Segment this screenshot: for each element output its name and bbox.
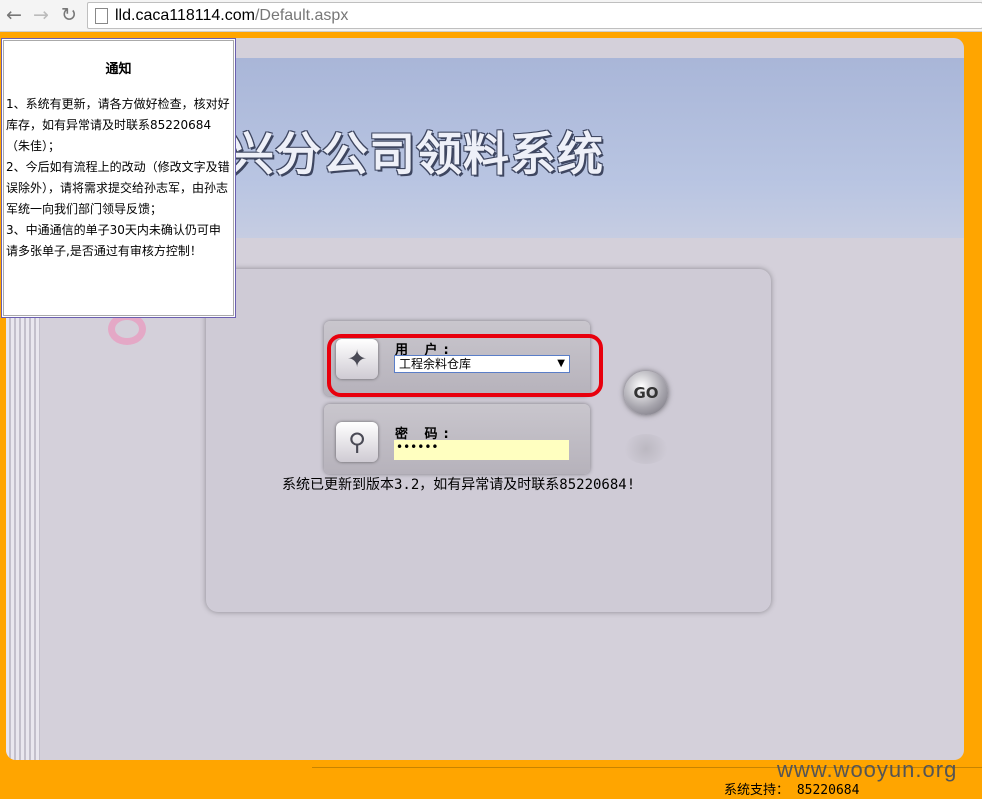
browser-toolbar: ← → ↻ lld.caca118114.com/Default.aspx <box>0 0 982 32</box>
address-bar[interactable]: lld.caca118114.com/Default.aspx <box>87 2 982 29</box>
url-host: lld.caca118114.com <box>115 7 255 24</box>
key-icon: ⚲ <box>336 422 378 462</box>
go-button[interactable]: GO <box>624 371 668 415</box>
notice-item: 2、今后如有流程上的改动（修改文字及错误除外），请将需求提交给孙志军，由孙志军统… <box>6 160 230 216</box>
notice-title: 通知 <box>105 62 132 77</box>
go-button-reflection <box>624 434 668 464</box>
url-text: lld.caca118114.com/Default.aspx <box>115 3 348 28</box>
password-input[interactable]: •••••• <box>394 440 569 460</box>
watermark: www.wooyun.org <box>777 757 958 782</box>
reload-icon[interactable]: ↻ <box>58 4 80 26</box>
notice-item: 3、中通通信的单子30天内未确认仍可申请多张单子,是否通过有审核方控制！ <box>6 223 221 258</box>
page-icon <box>95 8 108 24</box>
password-field-panel: ⚲ 密 码: •••••• <box>324 404 590 474</box>
update-message: 系统已更新到版本3.2，如有异常请及时联系85220684! <box>282 477 636 493</box>
notice-popup: 通知 1、系统有更新，请各方做好检查，核对好库存，如有异常请及时联系852206… <box>1 38 236 318</box>
forward-arrow-icon[interactable]: → <box>30 4 52 26</box>
back-arrow-icon[interactable]: ← <box>3 4 25 26</box>
url-path: /Default.aspx <box>254 7 349 24</box>
red-highlight-annotation <box>327 334 603 397</box>
notice-item: 1、系统有更新，请各方做好检查，核对好库存，如有异常请及时联系85220684（… <box>6 97 230 153</box>
